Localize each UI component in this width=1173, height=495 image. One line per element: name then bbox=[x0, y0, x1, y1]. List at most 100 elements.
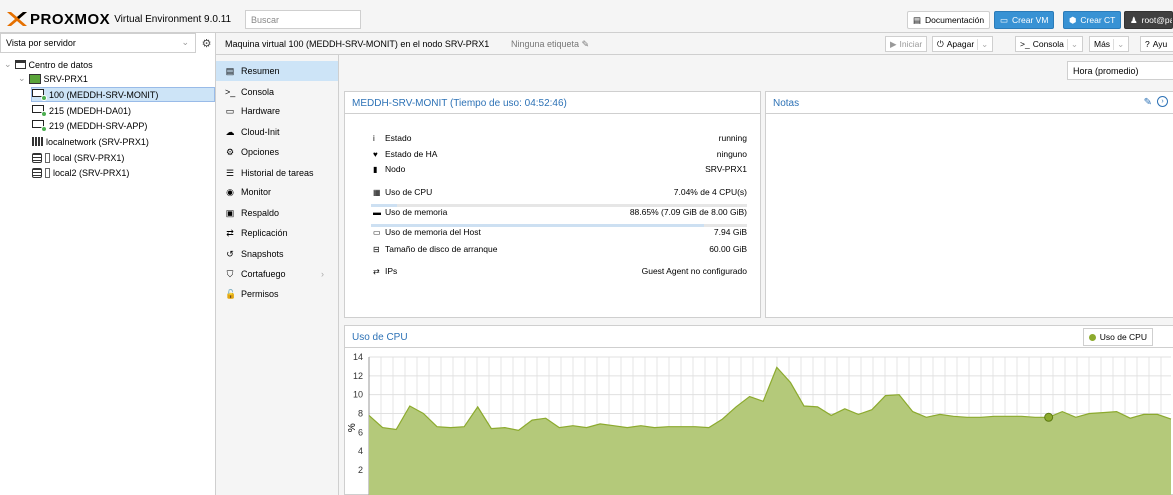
pencil-icon: ✎ bbox=[581, 39, 590, 49]
notes-title-text: Notas bbox=[773, 98, 800, 109]
memory-usage-fill bbox=[371, 224, 705, 227]
help-icon: ? bbox=[1145, 39, 1150, 49]
tree-item-label: 215 (MDEDH-DA01) bbox=[49, 105, 132, 116]
chevron-down-icon: ⌄ bbox=[181, 37, 189, 47]
menu-item-monitor[interactable]: ◉ Monitor bbox=[216, 182, 338, 202]
help-button[interactable]: ? Ayu bbox=[1140, 36, 1173, 52]
user-menu-button[interactable]: ♟ root@pa bbox=[1124, 11, 1173, 29]
summary-row: ▮ Nodo SRV-PRX1 bbox=[373, 162, 747, 176]
server-icon bbox=[28, 73, 41, 84]
vm-icon bbox=[32, 89, 47, 101]
row-icon: ▭ bbox=[373, 227, 381, 237]
summary-row: ▦ Uso de CPU 7.04% de 4 CPU(s) bbox=[373, 185, 747, 199]
tree-item-label: localnetwork (SRV-PRX1) bbox=[46, 136, 149, 147]
menu-item-label: Snapshots bbox=[241, 249, 284, 259]
collapse-icon: ⌄ bbox=[4, 59, 12, 69]
row-label: Uso de CPU bbox=[385, 187, 433, 197]
y-axis-label: % bbox=[347, 423, 358, 432]
time-select[interactable]: Hora (promedio) bbox=[1067, 61, 1173, 80]
storage-icon bbox=[32, 167, 42, 178]
row-value: 7.94 GiB bbox=[713, 227, 747, 237]
menu-item-historial-de-tareas[interactable]: ☰ Historial de tareas bbox=[216, 163, 338, 183]
tree-item-storage-local2[interactable]: local2 (SRV-PRX1) bbox=[32, 165, 129, 180]
datacenter-icon bbox=[14, 60, 26, 69]
y-tick-label: 8 bbox=[358, 409, 363, 419]
vm-menu: ▤ Resumen >_ Consola ▭ Hardware ☁ Cloud-Init ⚙ Op… bbox=[216, 55, 339, 495]
tree-item-localnetwork[interactable]: localnetwork (SRV-PRX1) bbox=[32, 134, 149, 149]
tree-item-label: local (SRV-PRX1) bbox=[53, 152, 125, 163]
cpu-chart-legend[interactable]: Uso de CPU bbox=[1082, 328, 1153, 346]
row-label: Nodo bbox=[385, 164, 406, 174]
summary-row: ▬ Uso de memoria 88.65% (7.09 GiB de 8.00 … bbox=[373, 205, 747, 219]
y-tick-label: 12 bbox=[353, 371, 363, 381]
legend-label: Uso de CPU bbox=[1099, 332, 1147, 342]
summary-title: MEDDH-SRV-MONIT (Tiempo de uso: 04:52:46… bbox=[345, 92, 760, 114]
tree-item-vm-100[interactable]: 100 (MEDDH-SRV-MONIT) bbox=[31, 87, 215, 102]
row-value: 60.00 GiB bbox=[709, 244, 747, 254]
tree-item-vm-215[interactable]: 215 (MDEDH-DA01) bbox=[32, 103, 131, 118]
proxmox-logo: PROXMOX Virtual Environment 9.0.11 bbox=[6, 9, 231, 29]
resource-tree: Vista por servidor ⌄ ⚙ ⌄ Centro de datos… bbox=[0, 33, 216, 495]
tree-item-vm-219[interactable]: 219 (MEDDH-SRV-APP) bbox=[32, 118, 147, 133]
documentation-button[interactable]: ▤ Documentación bbox=[907, 11, 991, 29]
search-input[interactable]: Buscar bbox=[245, 10, 361, 29]
summary-view: Hora (promedio) MEDDH-SRV-MONIT (Tiempo … bbox=[339, 55, 1173, 495]
shutdown-button[interactable]: ⏻ Apagar ⌄ bbox=[932, 36, 994, 52]
legend-dot-icon bbox=[1088, 333, 1096, 341]
menu-item-hardware[interactable]: ▭ Hardware bbox=[216, 101, 338, 121]
edit-icon[interactable]: ✎ bbox=[1144, 97, 1152, 108]
create-vm-button[interactable]: ▭ Crear VM bbox=[994, 11, 1055, 29]
tree-item-node[interactable]: ⌄ SRV-PRX1 bbox=[18, 71, 88, 86]
summary-row: ⇄ IPs Guest Agent no configurado bbox=[373, 264, 747, 278]
menu-icon: ⇄ bbox=[226, 227, 234, 238]
summary-row: ⊟ Tamaño de disco de arranque 60.00 GiB bbox=[373, 242, 747, 256]
row-label: IPs bbox=[385, 266, 398, 276]
collapse-icon[interactable]: › bbox=[1157, 96, 1168, 107]
tree-item-label: Centro de datos bbox=[28, 59, 93, 70]
cpu-data-point bbox=[1044, 412, 1054, 422]
row-value: Guest Agent no configurado bbox=[641, 266, 747, 276]
menu-item-respaldo[interactable]: ▣ Respaldo bbox=[216, 203, 338, 223]
tree-item-storage-local[interactable]: local (SRV-PRX1) bbox=[32, 150, 124, 165]
menu-item-label: Cloud-Init bbox=[241, 127, 280, 137]
menu-item-opciones[interactable]: ⚙ Opciones bbox=[216, 142, 338, 162]
menu-item-cloud-init[interactable]: ☁ Cloud-Init bbox=[216, 122, 338, 142]
tree-item-datacenter[interactable]: ⌄ Centro de datos bbox=[4, 57, 93, 72]
documentation-label: Documentación bbox=[925, 15, 985, 25]
menu-item-replicaci-n[interactable]: ⇄ Replicación bbox=[216, 223, 338, 243]
menu-item-resumen[interactable]: ▤ Resumen bbox=[216, 61, 338, 81]
menu-item-snapshots[interactable]: ↺ Snapshots bbox=[216, 244, 338, 264]
memory-usage-bar bbox=[371, 224, 747, 227]
chevron-down-icon: ⌄ bbox=[1113, 38, 1124, 50]
power-icon: ⏻ bbox=[937, 38, 944, 49]
storage-icon bbox=[32, 152, 42, 163]
menu-item-consola[interactable]: >_ Consola bbox=[216, 82, 338, 102]
row-icon: ▮ bbox=[373, 164, 378, 174]
menu-item-label: Historial de tareas bbox=[241, 168, 314, 178]
menu-icon: 🔓 bbox=[225, 288, 237, 299]
row-label: Uso de memoria del Host bbox=[385, 227, 481, 237]
tags-edit[interactable]: Ninguna etiqueta ✎ bbox=[511, 39, 589, 50]
more-label: Más bbox=[1094, 39, 1111, 49]
menu-item-cortafuego[interactable]: ⛉ Cortafuego › bbox=[216, 264, 338, 284]
tree-item-label: SRV-PRX1 bbox=[43, 73, 88, 84]
vm-icon bbox=[32, 105, 47, 117]
create-ct-button[interactable]: ⬢ Crear CT bbox=[1063, 11, 1122, 29]
cpu-chart: 2 4 6 8 10 12 14% bbox=[347, 352, 1172, 495]
row-value: running bbox=[718, 133, 747, 143]
tree-item-label: 219 (MEDDH-SRV-APP) bbox=[49, 120, 148, 131]
menu-item-label: Replicación bbox=[241, 228, 288, 238]
summary-row: ▭ Uso de memoria del Host 7.94 GiB bbox=[373, 225, 747, 239]
menu-icon: ⛉ bbox=[226, 268, 234, 279]
more-button[interactable]: Más ⌄ bbox=[1089, 36, 1130, 52]
menu-item-permisos[interactable]: 🔓 Permisos bbox=[216, 284, 338, 304]
view-select[interactable]: Vista por servidor ⌄ bbox=[0, 33, 196, 53]
menu-icon: ☁ bbox=[225, 126, 235, 137]
console-button[interactable]: >_ Consola ⌄ bbox=[1015, 36, 1084, 52]
summary-row: ♥ Estado de HA ninguno bbox=[373, 147, 747, 161]
start-button[interactable]: ▶ Iniciar bbox=[885, 36, 928, 52]
cube-icon: ⬢ bbox=[1069, 14, 1077, 25]
y-tick-label: 10 bbox=[353, 390, 363, 400]
gear-icon[interactable]: ⚙ bbox=[198, 34, 215, 52]
row-icon: ⇄ bbox=[373, 266, 380, 276]
